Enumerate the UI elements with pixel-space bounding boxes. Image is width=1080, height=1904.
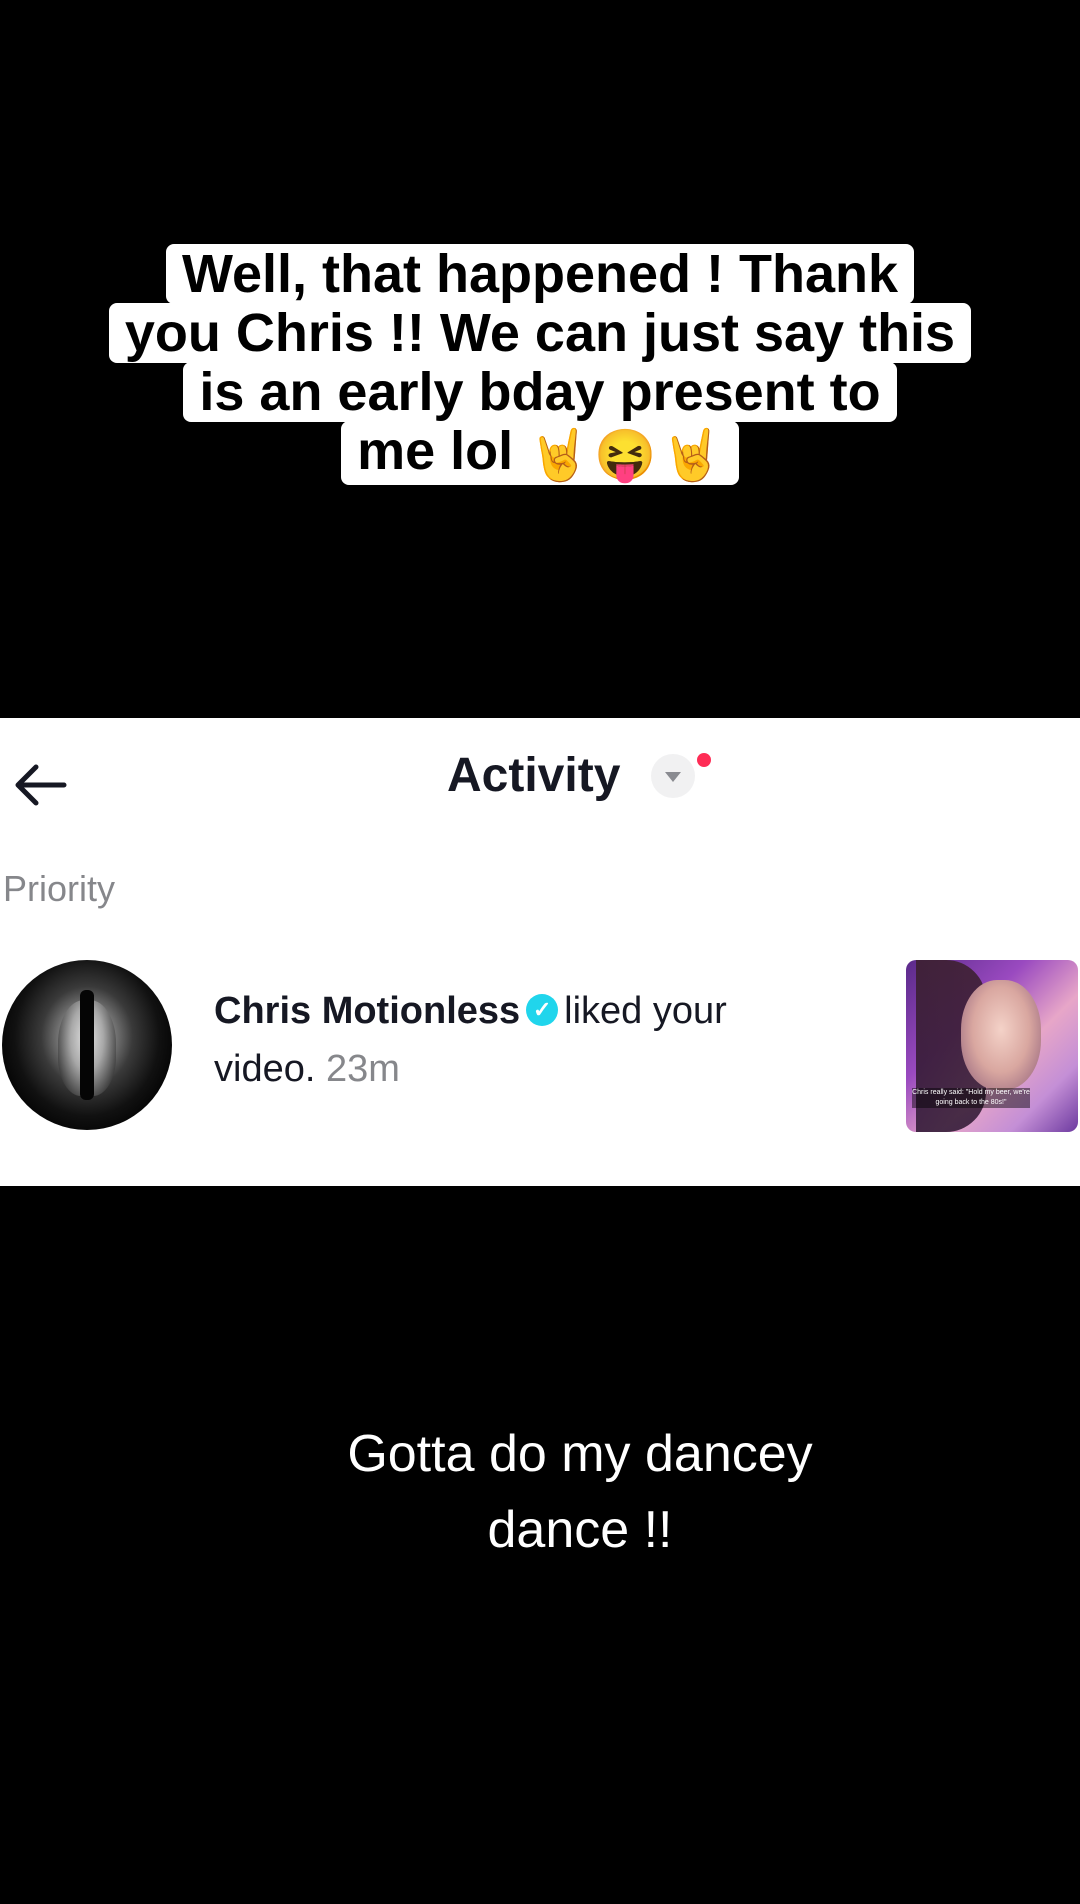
timestamp: 23m [325,1048,400,1090]
thumbnail-caption: Chris really said: "Hold my beer, we're … [912,1088,1030,1108]
caption-line-last: me lol 🤘 😝 🤘 [341,421,739,485]
back-arrow-icon[interactable] [8,753,72,817]
thumbnail-face [961,980,1041,1090]
action-text-2: video. [214,1048,316,1090]
notification-dot [697,753,711,767]
activity-panel: Activity Priority Chris Motionless ✓ liked… [0,718,1080,1186]
tongue-face-emoji: 😝 [594,426,657,483]
video-thumbnail[interactable]: Chris really said: "Hold my beer, we're … [906,960,1078,1132]
caption-line: Gotta do my dancey [347,1425,813,1483]
page-title: Activity [447,749,621,802]
notification-text[interactable]: Chris Motionless ✓ liked your [214,990,727,1033]
verified-badge-icon: ✓ [526,993,559,1026]
avatar[interactable] [2,960,172,1130]
rock-hand-emoji: 🤘 [660,426,723,483]
emoji-group: 🤘 😝 🤘 [528,425,723,485]
chevron-down-icon[interactable] [651,754,695,798]
caption-text: me lol [357,421,514,481]
caption-line: is an early bday present to [183,362,897,422]
bottom-caption: Gotta do my dancey dance !! [0,1416,1080,1568]
caption-line: Well, that happened ! Thank [165,244,915,304]
notification-text-2: video. 23m [214,1048,400,1091]
user-name[interactable]: Chris Motionless [214,990,520,1032]
top-caption: Well, that happened ! Thank you Chris !!… [90,244,990,485]
action-text: liked your [564,990,727,1032]
section-label: Priority [3,868,116,909]
caption-line: you Chris !! We can just say this [108,303,972,363]
caption-line: dance !! [487,1501,673,1559]
rock-hand-emoji: 🤘 [528,426,591,483]
